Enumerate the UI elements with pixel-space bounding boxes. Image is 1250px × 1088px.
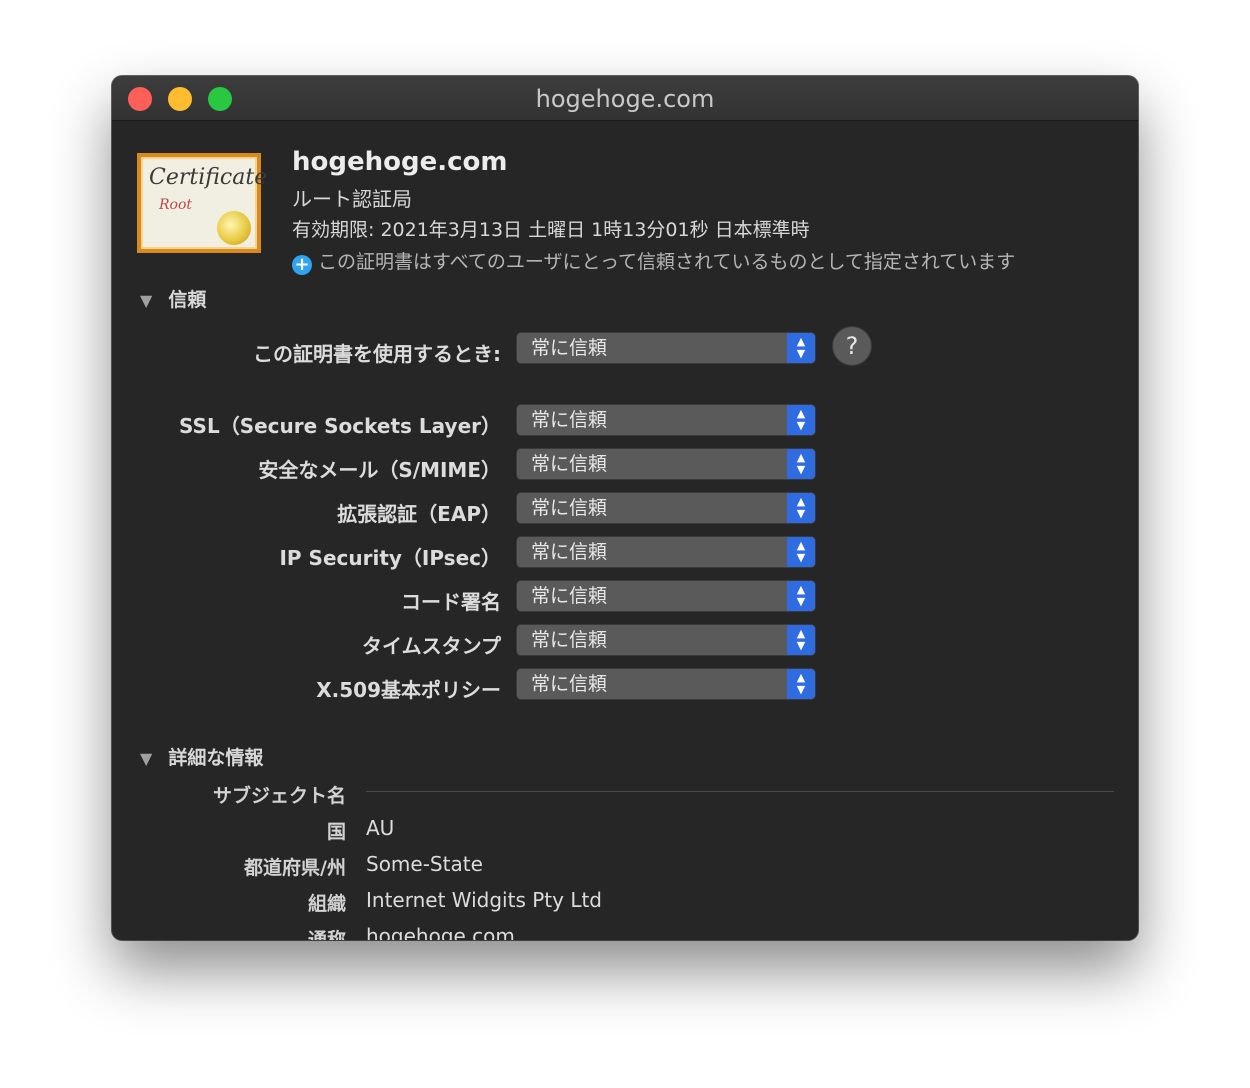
disclosure-triangle-icon[interactable]: ▼ [140,291,152,310]
detail-label-common-name: 通称 [307,929,346,940]
popup-value: 常に信頼 [531,409,608,431]
details-section-header[interactable]: ▼ 詳細な情報 [140,743,263,770]
help-button[interactable]: ? [832,326,872,366]
disclosure-triangle-icon[interactable]: ▼ [140,749,152,768]
trust-section-header[interactable]: ▼ 信頼 [140,285,206,312]
trust-row-label: SSL（Secure Sockets Layer） [179,414,501,438]
popup-value: 常に信頼 [531,541,608,563]
when-using-label: この証明書を使用するとき: [253,342,501,366]
x509-popup[interactable]: 常に信頼 ▲ ▼ [516,668,816,700]
detail-value-common-name: hogehoge.com [366,924,515,940]
detail-label-country: 国 [326,821,346,843]
up-down-chevron-icon: ▲ ▼ [787,625,815,655]
section-divider [366,791,1114,792]
window-title: hogehoge.com [535,85,715,113]
detail-value-organization: Internet Widgits Pty Ltd [366,888,603,912]
when-using-popup[interactable]: 常に信頼 ▲ ▼ [516,332,816,364]
trust-row-label: コード署名 [401,590,501,614]
eap-popup[interactable]: 常に信頼 ▲ ▼ [516,492,816,524]
details-section-label: 詳細な情報 [168,747,264,769]
up-down-chevron-icon: ▲ ▼ [787,669,815,699]
popup-value: 常に信頼 [531,337,608,359]
ssl-popup[interactable]: 常に信頼 ▲ ▼ [516,404,816,436]
window-content: Certificate Root hogehoge.com ルート認証局 有効期… [112,121,1138,940]
trust-row-label: タイムスタンプ [362,634,501,658]
up-down-chevron-icon: ▲ ▼ [787,537,815,567]
smime-popup[interactable]: 常に信頼 ▲ ▼ [516,448,816,480]
trust-row-label: 安全なメール（S/MIME） [258,458,501,482]
up-down-chevron-icon: ▲ ▼ [787,493,815,523]
ipsec-popup[interactable]: 常に信頼 ▲ ▼ [516,536,816,568]
trust-note-text: この証明書はすべてのユーザにとって信頼されているものとして指定されています [318,251,1016,273]
certificate-type: ルート認証局 [292,187,412,211]
seal-icon [217,211,251,245]
code-signing-popup[interactable]: 常に信頼 ▲ ▼ [516,580,816,612]
detail-label-organization: 組織 [307,893,346,915]
trust-row-label: IP Security（IPsec） [279,546,501,570]
certificate-window: hogehoge.com Certificate Root hogehoge.c… [112,76,1138,940]
subject-name-label: サブジェクト名 [212,785,346,807]
up-down-chevron-icon: ▲ ▼ [787,333,815,363]
timestamp-popup[interactable]: 常に信頼 ▲ ▼ [516,624,816,656]
up-down-chevron-icon: ▲ ▼ [787,581,815,611]
popup-value: 常に信頼 [531,673,608,695]
trust-section-label: 信頼 [168,289,207,311]
title-bar[interactable]: hogehoge.com [112,76,1138,121]
certificate-icon: Certificate Root [137,153,267,253]
popup-value: 常に信頼 [531,585,608,607]
popup-value: 常に信頼 [531,629,608,651]
trust-row-label: 拡張認証（EAP） [337,502,501,526]
plus-icon: + [292,255,312,275]
detail-value-state: Some-State [366,852,483,876]
certificate-expiry: 有効期限: 2021年3月13日 土曜日 1時13分01秒 日本標準時 [292,219,810,241]
popup-value: 常に信頼 [531,453,608,475]
trust-note: + この証明書はすべてのユーザにとって信頼されているものとして指定されています [292,247,1015,275]
certificate-icon-root-text: Root [159,197,193,213]
up-down-chevron-icon: ▲ ▼ [787,405,815,435]
detail-value-country: AU [366,816,395,840]
trust-row-label: X.509基本ポリシー [316,678,501,702]
detail-label-state: 都道府県/州 [244,857,346,879]
popup-value: 常に信頼 [531,497,608,519]
certificate-icon-text: Certificate [149,165,268,190]
up-down-chevron-icon: ▲ ▼ [787,449,815,479]
certificate-name: hogehoge.com [292,147,508,177]
